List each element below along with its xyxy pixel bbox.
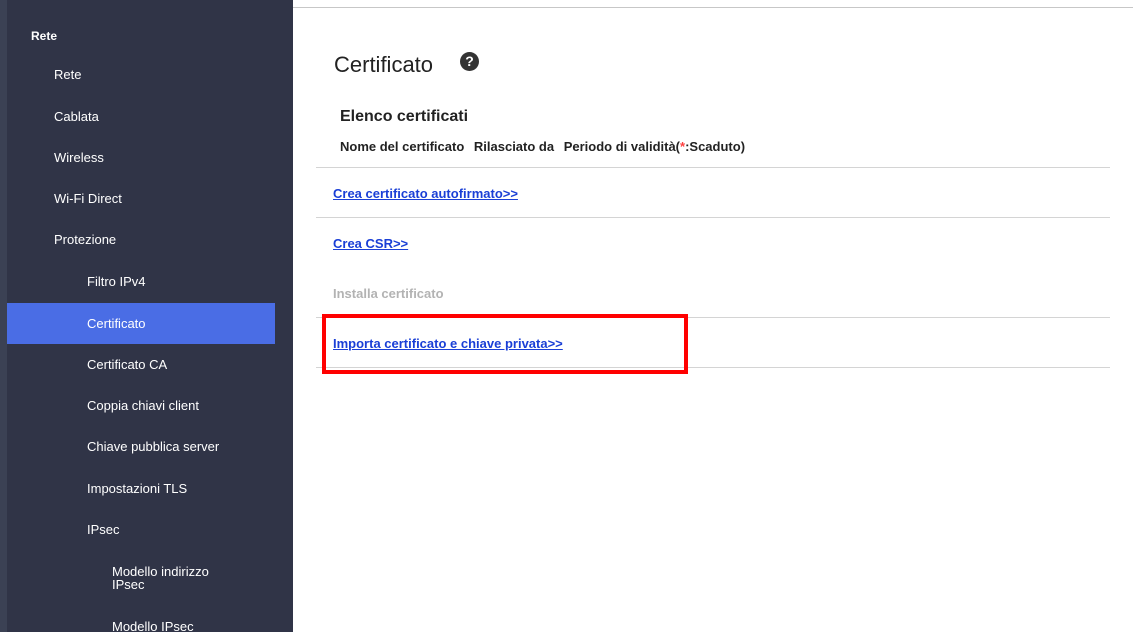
sidebar-item-cablata[interactable]: Cablata	[7, 110, 275, 124]
sidebar-item-coppia-chiavi-client[interactable]: Coppia chiavi client	[7, 399, 275, 413]
sidebar-item-label: Wi-Fi Direct	[54, 191, 122, 206]
sidebar-item-certificato[interactable]: Certificato	[7, 303, 275, 344]
sidebar-section-rete[interactable]: Rete	[7, 29, 275, 43]
sidebar-item-label: Certificato CA	[87, 357, 168, 372]
sidebar-item-modello-indirizzo-ipsec[interactable]: Modello indirizzo IPsec	[7, 565, 275, 591]
sidebar-item-wifi-direct[interactable]: Wi-Fi Direct	[7, 192, 275, 206]
sidebar-item-label: Chiave pubblica server	[87, 439, 220, 454]
sidebar-item-chiave-pubblica-server[interactable]: Chiave pubblica server	[7, 440, 275, 454]
column-header-issuer: Rilasciato da	[473, 139, 555, 154]
create-csr-link[interactable]: Crea CSR>>	[333, 236, 408, 251]
install-certificate-disabled: Installa certificato	[333, 286, 444, 301]
column-header-validity-prefix: Periodo di validità(	[563, 139, 681, 154]
sidebar: Rete Rete Cablata Wireless Wi-Fi Direct …	[0, 0, 293, 632]
page: Rete Rete Cablata Wireless Wi-Fi Direct …	[0, 0, 1133, 632]
sidebar-item-label: Coppia chiavi client	[87, 398, 200, 413]
sidebar-item-label-line2: IPsec	[112, 577, 145, 592]
sidebar-edge	[0, 0, 7, 632]
sidebar-item-label: Rete	[31, 29, 58, 43]
sidebar-item-rete[interactable]: Rete	[7, 68, 275, 82]
sidebar-item-filtro-ipv4[interactable]: Filtro IPv4	[7, 275, 275, 289]
sidebar-item-protezione[interactable]: Protezione	[7, 233, 275, 247]
column-header-validity: Periodo di validità(*:Scaduto)	[564, 139, 745, 154]
page-title: Certificato	[334, 52, 434, 77]
divider	[316, 167, 1110, 168]
sidebar-item-label: Impostazioni TLS	[87, 481, 188, 496]
sidebar-item-label: Modello IPsec	[112, 619, 194, 632]
sidebar-item-impostazioni-tls[interactable]: Impostazioni TLS	[7, 482, 275, 496]
main-content: Certificato ? Elenco certificati Nome de…	[293, 8, 1133, 632]
sidebar-item-ipsec[interactable]: IPsec	[7, 523, 275, 537]
sidebar-item-label: Rete	[54, 67, 82, 82]
column-header-name: Nome del certificato	[340, 139, 465, 154]
column-header-validity-suffix: :Scaduto)	[685, 139, 746, 154]
sidebar-item-label: Cablata	[54, 109, 99, 124]
help-icon[interactable]: ?	[460, 52, 479, 71]
sidebar-item-label: Wireless	[54, 150, 104, 165]
sidebar-item-label: Protezione	[54, 232, 117, 247]
sidebar-item-label: Filtro IPv4	[87, 274, 146, 289]
highlight-box	[322, 314, 688, 374]
certificate-table-header: Nome del certificato Rilasciato da Perio…	[340, 139, 745, 154]
sidebar-item-modello-ipsec[interactable]: Modello IPsec	[7, 620, 275, 632]
certificate-list-heading: Elenco certificati	[340, 108, 469, 125]
sidebar-item-label: IPsec	[87, 522, 120, 537]
sidebar-item-label: Certificato	[87, 316, 146, 331]
sidebar-item-certificato-ca[interactable]: Certificato CA	[7, 358, 275, 372]
divider	[316, 217, 1110, 218]
sidebar-item-wireless[interactable]: Wireless	[7, 151, 275, 165]
create-self-signed-certificate-link[interactable]: Crea certificato autofirmato>>	[333, 186, 518, 201]
